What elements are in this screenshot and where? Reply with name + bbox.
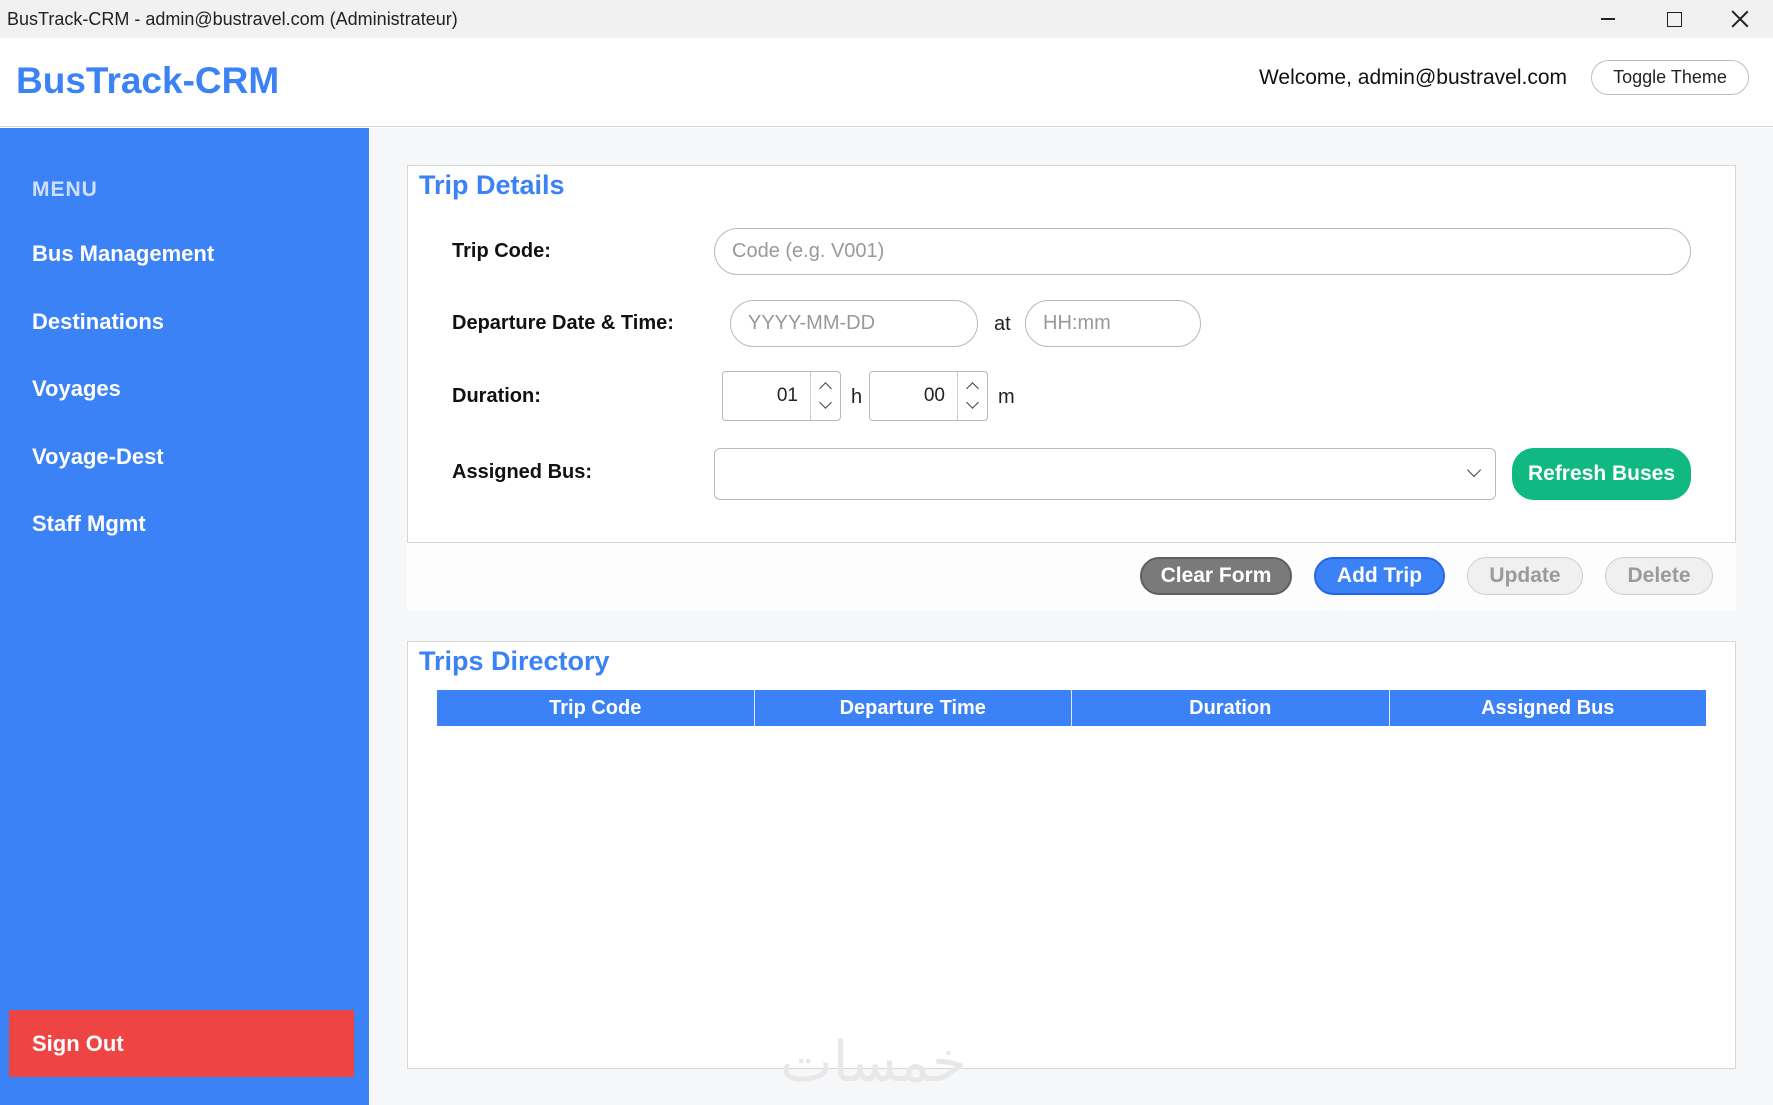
window-controls: [1575, 0, 1773, 38]
menu-title: MENU: [32, 178, 98, 201]
minimize-icon: [1601, 18, 1615, 20]
trip-code-label: Trip Code:: [452, 240, 551, 262]
brand-logo: BusTrack-CRM: [16, 60, 280, 101]
app-header: BusTrack-CRM Welcome, admin@bustravel.co…: [0, 38, 1773, 127]
chevron-up-icon[interactable]: [819, 382, 832, 395]
hours-stepper[interactable]: 01: [722, 371, 841, 421]
sign-out-button[interactable]: Sign Out: [9, 1010, 354, 1077]
column-header-assigned-bus[interactable]: Assigned Bus: [1390, 690, 1707, 726]
minutes-stepper[interactable]: 00: [869, 371, 988, 421]
sidebar-item-staff-mgmt[interactable]: Staff Mgmt: [32, 511, 146, 537]
column-header-duration[interactable]: Duration: [1072, 690, 1390, 726]
maximize-icon: [1666, 11, 1682, 27]
sidebar: MENU Bus Management Destinations Voyages…: [0, 128, 369, 1105]
minutes-unit: m: [998, 386, 1015, 408]
trips-directory-card: Trips Directory Trip Code Departure Time…: [407, 641, 1736, 1069]
welcome-text: Welcome, admin@bustravel.com: [1258, 66, 1567, 89]
sidebar-item-voyages[interactable]: Voyages: [32, 376, 121, 402]
title-bar: BusTrack-CRM - admin@bustravel.com (Admi…: [0, 0, 1773, 38]
trips-directory-title: Trips Directory: [419, 646, 610, 676]
watermark: خمسات: [780, 1030, 967, 1095]
departure-date-input[interactable]: [730, 300, 978, 347]
close-icon: [1731, 10, 1749, 28]
chevron-down-icon[interactable]: [819, 396, 832, 409]
assigned-bus-label: Assigned Bus:: [452, 461, 593, 483]
close-button[interactable]: [1707, 0, 1773, 38]
toggle-theme-button[interactable]: Toggle Theme: [1591, 60, 1749, 95]
departure-label: Departure Date & Time:: [452, 312, 674, 334]
update-button[interactable]: Update: [1467, 557, 1583, 595]
window-title: BusTrack-CRM - admin@bustravel.com (Admi…: [7, 8, 458, 29]
clear-form-button[interactable]: Clear Form: [1140, 557, 1292, 595]
at-text: at: [994, 313, 1011, 335]
maximize-button[interactable]: [1641, 0, 1707, 38]
hours-stepper-arrows[interactable]: [810, 372, 840, 420]
minutes-stepper-arrows[interactable]: [957, 372, 987, 420]
hours-unit: h: [851, 386, 863, 408]
departure-time-input[interactable]: [1025, 300, 1201, 347]
trip-code-input[interactable]: [714, 228, 1691, 275]
chevron-down-icon: [1466, 462, 1482, 478]
minutes-value: 00: [923, 385, 945, 406]
sidebar-item-bus-management[interactable]: Bus Management: [32, 241, 214, 267]
add-trip-button[interactable]: Add Trip: [1314, 557, 1445, 595]
sidebar-item-voyage-dest[interactable]: Voyage-Dest: [32, 444, 164, 470]
trip-details-title: Trip Details: [419, 170, 565, 200]
column-header-departure-time[interactable]: Departure Time: [755, 690, 1072, 726]
column-header-trip-code[interactable]: Trip Code: [437, 690, 755, 726]
hours-value: 01: [776, 385, 798, 406]
refresh-buses-button[interactable]: Refresh Buses: [1512, 448, 1691, 500]
chevron-down-icon[interactable]: [966, 396, 979, 409]
main-content: Trip Details Trip Code: Departure Date &…: [369, 128, 1773, 1105]
form-action-bar: Clear Form Add Trip Update Delete: [407, 543, 1736, 611]
trips-table-header: Trip Code Departure Time Duration Assign…: [437, 690, 1706, 726]
sidebar-item-destinations[interactable]: Destinations: [32, 309, 164, 335]
duration-label: Duration:: [452, 385, 541, 407]
minimize-button[interactable]: [1575, 0, 1641, 38]
assigned-bus-select[interactable]: [714, 448, 1496, 500]
delete-button[interactable]: Delete: [1605, 557, 1713, 595]
chevron-up-icon[interactable]: [966, 382, 979, 395]
app-window: BusTrack-CRM - admin@bustravel.com (Admi…: [0, 0, 1773, 1105]
trip-details-card: Trip Details Trip Code: Departure Date &…: [407, 165, 1736, 543]
